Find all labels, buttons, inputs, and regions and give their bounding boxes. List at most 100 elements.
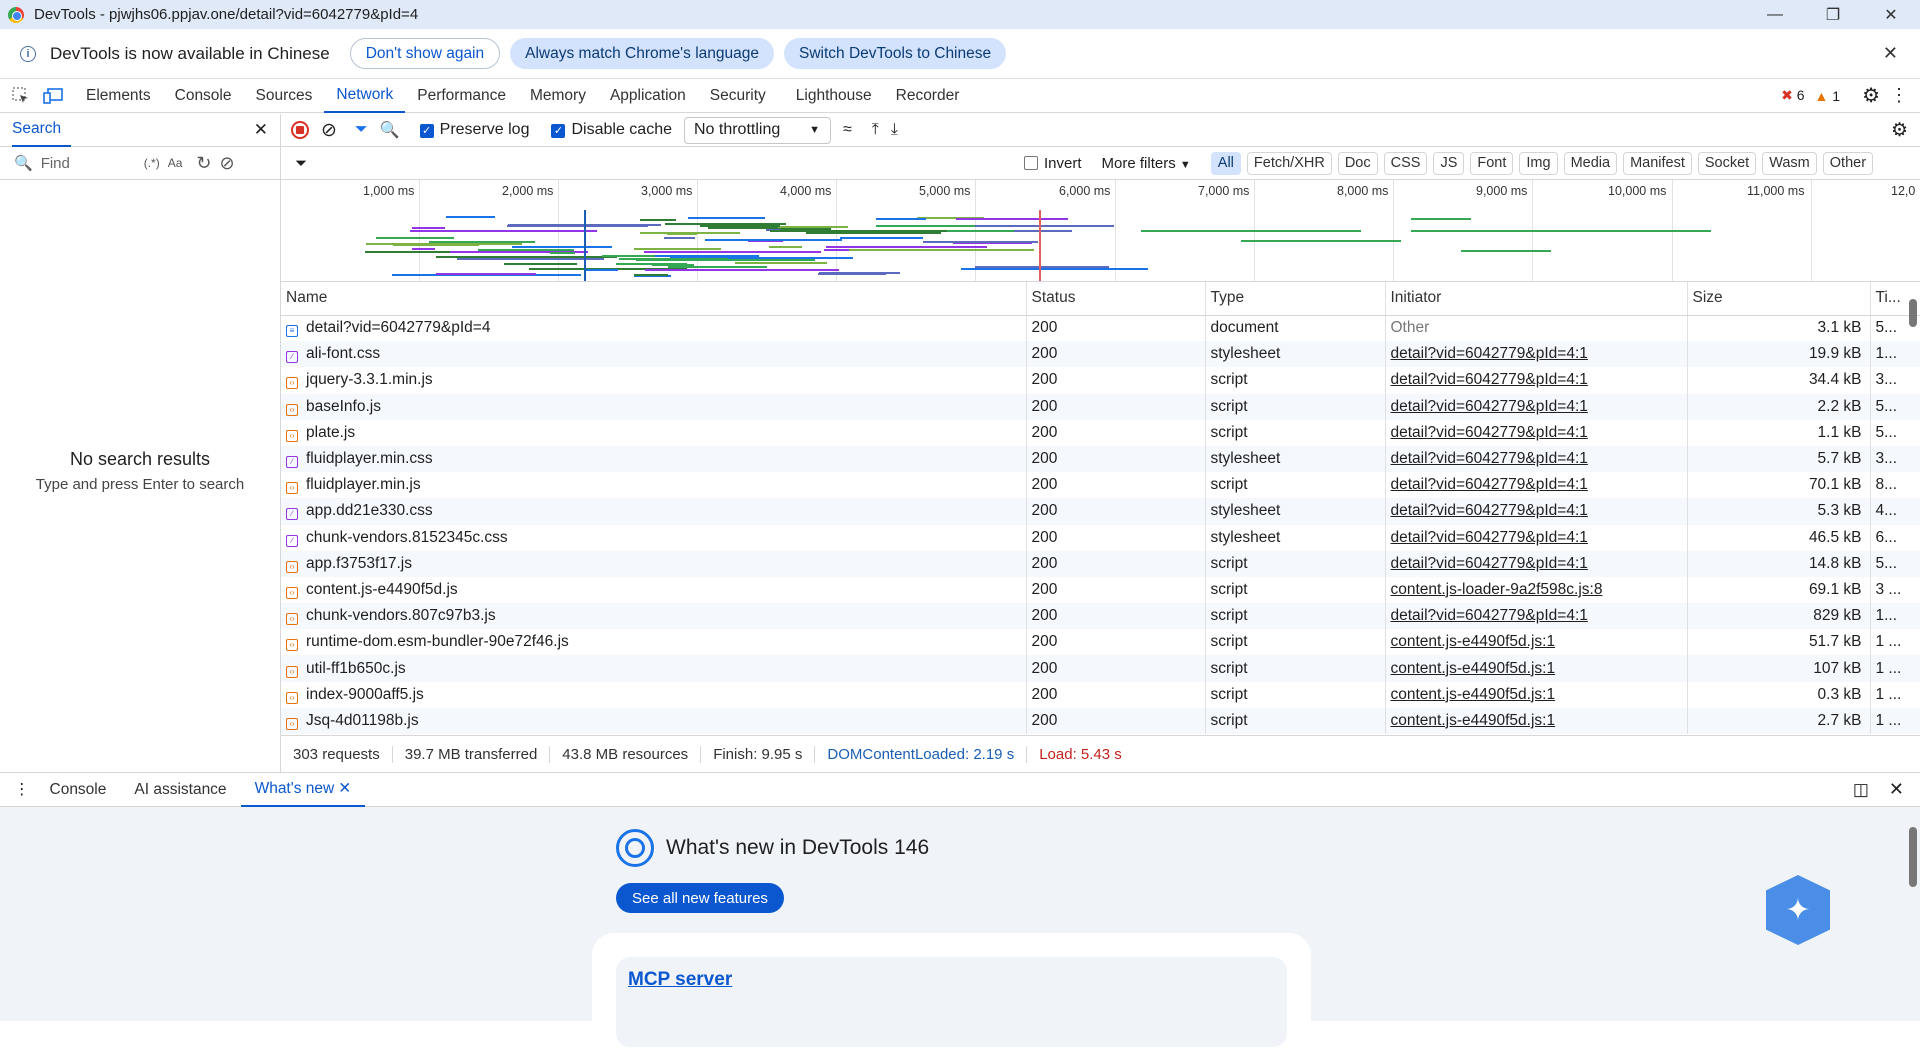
initiator-link[interactable]: detail?vid=6042779&pId=4:1 xyxy=(1391,555,1588,572)
initiator-link[interactable]: detail?vid=6042779&pId=4:1 xyxy=(1391,502,1588,519)
preserve-log-checkbox[interactable]: ✓ Preserve log xyxy=(419,121,529,139)
tab-memory[interactable]: Memory xyxy=(518,79,598,113)
refresh-icon[interactable]: ↻ xyxy=(196,153,211,174)
cell-name[interactable]: ∕ chunk-vendors.8152345c.css xyxy=(281,524,1027,551)
close-infobar-icon[interactable]: ✕ xyxy=(1883,43,1898,64)
cell-name[interactable]: ‹› Jsq-4d01198b.js xyxy=(281,707,1027,734)
cell-name[interactable]: ‹› chunk-vendors.807c97b3.js xyxy=(281,603,1027,630)
disable-cache-checkbox[interactable]: ✓ Disable cache xyxy=(551,121,672,139)
table-row[interactable]: ∕ fluidplayer.min.css 200 stylesheet detail?… xyxy=(281,445,1920,473)
tab-lighthouse[interactable]: Lighthouse xyxy=(784,79,884,113)
cell-initiator[interactable]: detail?vid=6042779&pId=4:1 xyxy=(1385,419,1688,446)
cell-initiator[interactable]: detail?vid=6042779&pId=4:1 xyxy=(1385,603,1688,630)
regex-toggle[interactable]: (.*) xyxy=(144,156,160,170)
import-har-icon[interactable]: ⤒ xyxy=(872,121,879,139)
tab-application[interactable]: Application xyxy=(598,79,698,113)
table-row[interactable]: ∕ ali-font.css 200 stylesheet detail?vid=604… xyxy=(281,341,1920,368)
minimize-button[interactable]: — xyxy=(1746,0,1804,29)
table-row[interactable]: ‹› plate.js 200 script detail?vid=6042779&pI… xyxy=(281,419,1920,446)
cell-name[interactable]: ‹› plate.js xyxy=(281,419,1027,446)
close-window-button[interactable]: ✕ xyxy=(1862,0,1920,29)
cell-initiator[interactable]: content.js-loader-9a2f598c.js:8 xyxy=(1385,576,1688,604)
match-case-toggle[interactable]: Aa xyxy=(168,156,183,170)
table-row[interactable]: ‹› index-9000aff5.js 200 script content.js-e… xyxy=(281,681,1920,708)
cell-initiator[interactable]: detail?vid=6042779&pId=4:1 xyxy=(1385,367,1688,394)
chip-img[interactable]: Img xyxy=(1519,151,1558,175)
table-row[interactable]: ∕ chunk-vendors.8152345c.css 200 stylesheet… xyxy=(281,524,1920,551)
initiator-link[interactable]: content.js-e4490f5d.js:1 xyxy=(1391,686,1556,703)
table-row[interactable]: ‹› jquery-3.3.1.min.js 200 script detail?vid… xyxy=(281,367,1920,394)
table-row[interactable]: ‹› runtime-dom.esm-bundler-90e72f46.js 200… xyxy=(281,629,1920,656)
table-row[interactable]: ‹› baseInfo.js 200 script detail?vid=6042779… xyxy=(281,393,1920,420)
tab-performance[interactable]: Performance xyxy=(405,79,518,113)
search-tab[interactable]: Search xyxy=(12,114,72,147)
dont-show-again-button[interactable]: Don't show again xyxy=(349,38,501,69)
col-name[interactable]: Name xyxy=(281,282,1027,316)
settings-gear-icon[interactable]: ⚙ xyxy=(1862,83,1880,108)
chip-js[interactable]: JS xyxy=(1433,151,1465,175)
initiator-link[interactable]: content.js-e4490f5d.js:1 xyxy=(1391,633,1556,650)
cell-initiator[interactable]: detail?vid=6042779&pId=4:1 xyxy=(1385,445,1688,473)
filter-icon[interactable]: ⏷ xyxy=(355,121,368,139)
tab-sources[interactable]: Sources xyxy=(244,79,325,113)
table-row[interactable]: ≡ detail?vid=6042779&pId=4 200 document Othe… xyxy=(281,315,1920,342)
more-filters-dropdown[interactable]: More filters ▼ xyxy=(1102,155,1191,172)
tab-elements[interactable]: Elements xyxy=(74,79,163,113)
chip-css[interactable]: CSS xyxy=(1383,151,1428,175)
cell-initiator[interactable]: detail?vid=6042779&pId=4:1 xyxy=(1385,341,1688,368)
cell-name[interactable]: ‹› jquery-3.3.1.min.js xyxy=(281,367,1027,394)
initiator-link[interactable]: detail?vid=6042779&pId=4:1 xyxy=(1391,371,1588,388)
initiator-link[interactable]: detail?vid=6042779&pId=4:1 xyxy=(1391,607,1588,624)
drawer-menu-icon[interactable]: ⋮ xyxy=(14,780,30,799)
cell-name[interactable]: ‹› app.f3753f17.js xyxy=(281,550,1027,577)
inspect-element-icon[interactable] xyxy=(10,85,32,107)
col-size[interactable]: Size xyxy=(1687,282,1871,316)
initiator-link[interactable]: detail?vid=6042779&pId=4:1 xyxy=(1391,529,1588,546)
switch-to-chinese-button[interactable]: Switch DevTools to Chinese xyxy=(784,38,1007,69)
col-type[interactable]: Type xyxy=(1205,282,1386,316)
cell-name[interactable]: ‹› util-ff1b650c.js xyxy=(281,655,1027,682)
close-drawer-icon[interactable]: ✕ xyxy=(1889,779,1904,800)
drawer-tab-whats-new[interactable]: What's new ✕ xyxy=(240,773,366,807)
initiator-link[interactable]: Other xyxy=(1391,319,1430,336)
cell-initiator[interactable]: Other xyxy=(1385,315,1688,342)
initiator-link[interactable]: detail?vid=6042779&pId=4:1 xyxy=(1391,450,1588,467)
network-overview-timeline[interactable]: 1,000 ms 2,000 ms 3,000 ms 4,000 ms 5,00… xyxy=(281,180,1920,282)
error-count[interactable]: ✖ 6 xyxy=(1781,87,1804,104)
network-settings-icon[interactable]: ⚙ xyxy=(1891,119,1908,142)
chip-socket[interactable]: Socket xyxy=(1697,151,1757,175)
chip-manifest[interactable]: Manifest xyxy=(1623,151,1692,175)
cell-name[interactable]: ‹› fluidplayer.min.js xyxy=(281,472,1027,499)
cell-name[interactable]: ∕ app.dd21e330.css xyxy=(281,498,1027,525)
tab-network[interactable]: Network xyxy=(324,79,406,113)
export-har-icon[interactable]: ⤓ xyxy=(891,121,898,139)
chip-doc[interactable]: Doc xyxy=(1337,151,1378,175)
cell-name[interactable]: ‹› baseInfo.js xyxy=(281,393,1027,420)
cell-initiator[interactable]: detail?vid=6042779&pId=4:1 xyxy=(1385,550,1688,577)
chip-wasm[interactable]: Wasm xyxy=(1762,151,1817,175)
dock-side-icon[interactable]: ◫ xyxy=(1853,780,1869,800)
chip-all[interactable]: All xyxy=(1210,151,1241,175)
tab-console[interactable]: Console xyxy=(163,79,244,113)
table-row[interactable]: ‹› Jsq-4d01198b.js 200 script content.js-e44… xyxy=(281,707,1920,734)
initiator-link[interactable]: detail?vid=6042779&pId=4:1 xyxy=(1391,424,1588,441)
cell-name[interactable]: ‹› index-9000aff5.js xyxy=(281,681,1027,708)
cell-name[interactable]: ‹› content.js-e4490f5d.js xyxy=(281,576,1027,604)
table-row[interactable]: ∕ app.dd21e330.css 200 stylesheet detail?vid… xyxy=(281,498,1920,525)
initiator-link[interactable]: content.js-e4490f5d.js:1 xyxy=(1391,712,1556,729)
table-row[interactable]: ‹› chunk-vendors.807c97b3.js 200 script deta… xyxy=(281,603,1920,630)
throttling-select[interactable]: No throttling ▼ xyxy=(683,116,831,144)
more-options-icon[interactable]: ⋮ xyxy=(1890,85,1908,106)
match-language-button[interactable]: Always match Chrome's language xyxy=(510,38,774,69)
cell-initiator[interactable]: content.js-e4490f5d.js:1 xyxy=(1385,707,1688,734)
table-row[interactable]: ‹› app.f3753f17.js 200 script detail?vid=604… xyxy=(281,550,1920,577)
table-row[interactable]: ‹› util-ff1b650c.js 200 script content.js-e4… xyxy=(281,655,1920,682)
table-row[interactable]: ‹› fluidplayer.min.js 200 script detail?vid=… xyxy=(281,472,1920,499)
table-scrollbar-thumb[interactable] xyxy=(1909,299,1917,327)
search-input[interactable]: Find xyxy=(41,155,136,172)
chip-other[interactable]: Other xyxy=(1822,151,1874,175)
cell-initiator[interactable]: detail?vid=6042779&pId=4:1 xyxy=(1385,393,1688,420)
see-all-features-button[interactable]: See all new features xyxy=(616,883,784,913)
warning-count[interactable]: ▲ 1 xyxy=(1815,88,1841,104)
cell-initiator[interactable]: content.js-e4490f5d.js:1 xyxy=(1385,681,1688,708)
